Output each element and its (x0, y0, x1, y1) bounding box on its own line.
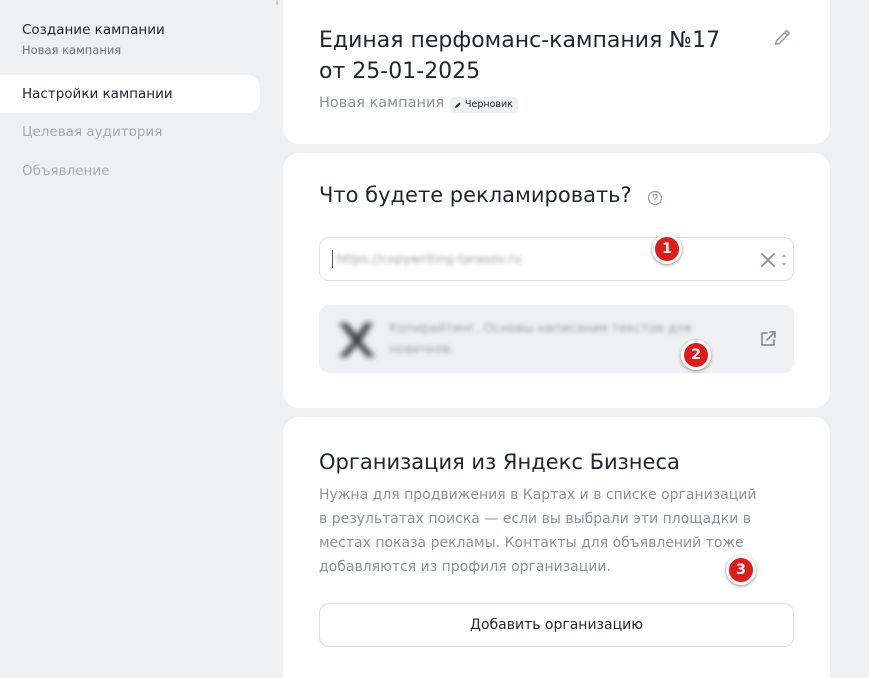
status-badge-label: Черновик (465, 99, 513, 110)
sidebar-item-target-audience[interactable]: Целевая аудитория (0, 113, 260, 151)
organization-description: Нужна для продвижения в Картах и в списк… (319, 487, 757, 575)
status-badge: Черновик (450, 97, 518, 113)
external-link-icon[interactable] (758, 329, 778, 349)
campaign-title: Единая перфоманс-кампания №17 от 25-01-2… (319, 28, 721, 84)
question-circle-icon[interactable] (647, 190, 663, 206)
sidebar-item-ad[interactable]: Объявление (0, 152, 260, 190)
scrollbar[interactable] (276, 0, 278, 5)
url-input-value: https://copywriting-tarasov.ru (336, 251, 522, 266)
organization-card: Организация из Яндекс Бизнеса Нужна для … (283, 417, 830, 678)
spin-arrows-icon[interactable] (780, 251, 788, 269)
organization-title: Организация из Яндекс Бизнеса (319, 450, 680, 474)
site-preview[interactable]: Копирайтинг. Основы написания текстов дл… (319, 305, 794, 373)
url-input[interactable]: https://copywriting-tarasov.ru (319, 237, 794, 281)
campaign-header-card: Единая перфоманс-кампания №17 от 25-01-2… (283, 0, 830, 144)
annotation-marker-3: 3 (726, 555, 756, 585)
text-caret (332, 250, 333, 268)
add-organization-button[interactable]: Добавить организацию (319, 603, 794, 647)
sidebar-title: Создание кампании (22, 22, 165, 38)
campaign-subtitle: Новая кампания (319, 95, 445, 111)
advertise-title: Что будете рекламировать? (319, 183, 632, 207)
sidebar-subtitle: Новая кампания (22, 43, 122, 57)
annotation-marker-1: 1 (652, 234, 682, 264)
pencil-icon[interactable] (772, 26, 794, 48)
close-icon[interactable] (759, 251, 777, 269)
advertise-card: Что будете рекламировать? https://copywr… (283, 153, 830, 408)
annotation-marker-2: 2 (681, 340, 711, 370)
site-logo (339, 323, 375, 357)
sidebar: Создание кампании Новая кампания Настрой… (0, 0, 270, 678)
pencil-icon (455, 102, 461, 108)
sidebar-item-campaign-settings[interactable]: Настройки кампании (0, 75, 260, 113)
